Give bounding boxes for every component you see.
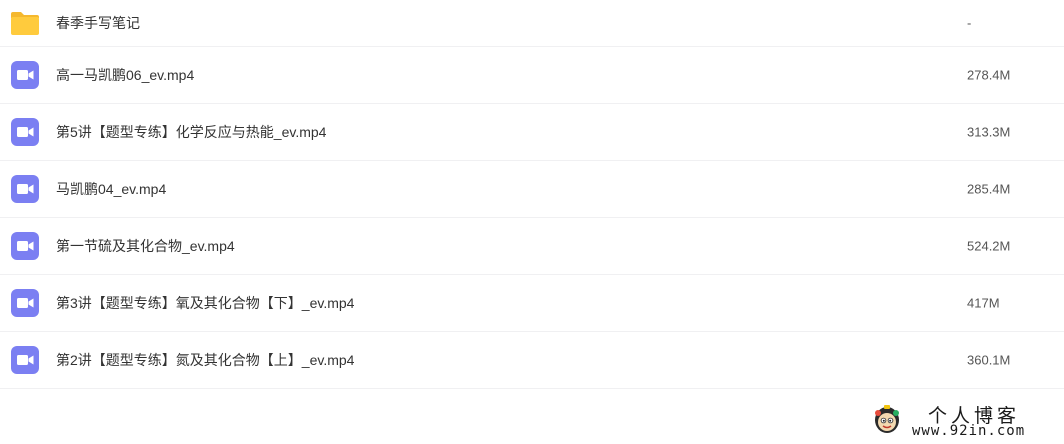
file-list: 春季手写笔记 - 高一马凯鹏06_ev.mp4 278.4M 第5讲【题型专练】… xyxy=(0,0,1064,389)
file-row-video[interactable]: 第5讲【题型专练】化学反应与热能_ev.mp4 313.3M xyxy=(0,104,1064,161)
watermark-url: www.92in.com xyxy=(912,423,1026,439)
file-name[interactable]: 第2讲【题型专练】氮及其化合物【上】_ev.mp4 xyxy=(56,350,354,370)
file-name[interactable]: 马凯鹏04_ev.mp4 xyxy=(56,179,166,199)
video-file-icon xyxy=(10,288,40,318)
file-name[interactable]: 第3讲【题型专练】氧及其化合物【下】_ev.mp4 xyxy=(56,293,354,313)
file-size: 360.1M xyxy=(967,352,1011,368)
folder-icon xyxy=(10,8,40,38)
video-file-icon xyxy=(10,60,40,90)
video-file-icon xyxy=(10,345,40,375)
file-name[interactable]: 第一节硫及其化合物_ev.mp4 xyxy=(56,236,235,256)
file-row-folder[interactable]: 春季手写笔记 - xyxy=(0,0,1064,47)
video-file-icon xyxy=(10,117,40,147)
file-size: 417M xyxy=(967,295,1000,311)
file-name[interactable]: 第5讲【题型专练】化学反应与热能_ev.mp4 xyxy=(56,122,326,142)
file-size: 285.4M xyxy=(967,181,1011,197)
file-row-video[interactable]: 第2讲【题型专练】氮及其化合物【上】_ev.mp4 360.1M xyxy=(0,332,1064,389)
mascot-logo-icon xyxy=(872,404,902,436)
watermark: 个人博客 www.92in.com xyxy=(872,402,1058,440)
file-size: - xyxy=(967,15,972,31)
file-size: 278.4M xyxy=(967,67,1011,83)
file-row-video[interactable]: 高一马凯鹏06_ev.mp4 278.4M xyxy=(0,47,1064,104)
file-row-video[interactable]: 马凯鹏04_ev.mp4 285.4M xyxy=(0,161,1064,218)
file-row-video[interactable]: 第3讲【题型专练】氧及其化合物【下】_ev.mp4 417M xyxy=(0,275,1064,332)
file-name[interactable]: 春季手写笔记 xyxy=(56,13,140,33)
file-size: 313.3M xyxy=(967,124,1011,140)
file-name[interactable]: 高一马凯鹏06_ev.mp4 xyxy=(56,65,194,85)
video-file-icon xyxy=(10,174,40,204)
file-row-video[interactable]: 第一节硫及其化合物_ev.mp4 524.2M xyxy=(0,218,1064,275)
file-size: 524.2M xyxy=(967,238,1011,254)
video-file-icon xyxy=(10,231,40,261)
